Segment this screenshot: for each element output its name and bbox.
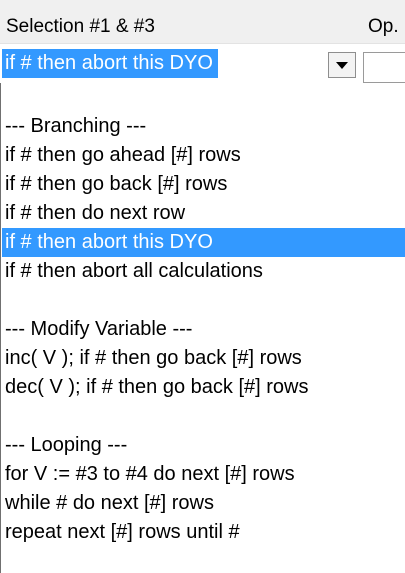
- selection-combobox[interactable]: if # then abort this DYO: [0, 44, 358, 83]
- dropdown-item-go-back[interactable]: if # then go back [#] rows: [2, 170, 405, 199]
- grid-header: Selection #1 & #3 Op.: [0, 0, 405, 44]
- dropdown-group-modify-variable: --- Modify Variable ---: [5, 318, 193, 340]
- dropdown-item-go-ahead[interactable]: if # then go ahead [#] rows: [2, 141, 405, 170]
- dropdown-group-looping: --- Looping ---: [5, 434, 128, 456]
- dropdown-item-dec-v[interactable]: dec( V ); if # then go back [#] rows: [2, 373, 405, 402]
- dropdown-item-abort-dyo[interactable]: if # then abort this DYO: [2, 228, 405, 257]
- chevron-down-icon: [336, 61, 348, 69]
- dropdown-item-do-next-row[interactable]: if # then do next row: [2, 199, 405, 228]
- dropdown-item-while-loop[interactable]: while # do next [#] rows: [2, 489, 405, 518]
- combobox-selected-value[interactable]: if # then abort this DYO: [2, 49, 218, 78]
- dropdown-item-blank[interactable]: [2, 402, 405, 431]
- dropdown-item-inc-v[interactable]: inc( V ); if # then go back [#] rows: [2, 344, 405, 373]
- column-header-selection[interactable]: Selection #1 & #3: [6, 16, 155, 38]
- dropdown-item-blank[interactable]: [2, 286, 405, 315]
- dropdown-item-abort-all[interactable]: if # then abort all calculations: [2, 257, 405, 286]
- dropdown-group-branching: --- Branching ---: [5, 115, 147, 137]
- dropdown-item-for-loop[interactable]: for V := #3 to #4 do next [#] rows: [2, 460, 405, 489]
- column-header-op[interactable]: Op.: [368, 16, 399, 38]
- dropdown-list[interactable]: --- Branching --- if # then go ahead [#]…: [0, 83, 405, 573]
- dropdown-button[interactable]: [328, 52, 356, 78]
- dropdown-item-repeat-until[interactable]: repeat next [#] rows until #: [2, 518, 405, 547]
- op-cell[interactable]: [363, 52, 405, 83]
- dropdown-item-blank[interactable]: [2, 83, 405, 112]
